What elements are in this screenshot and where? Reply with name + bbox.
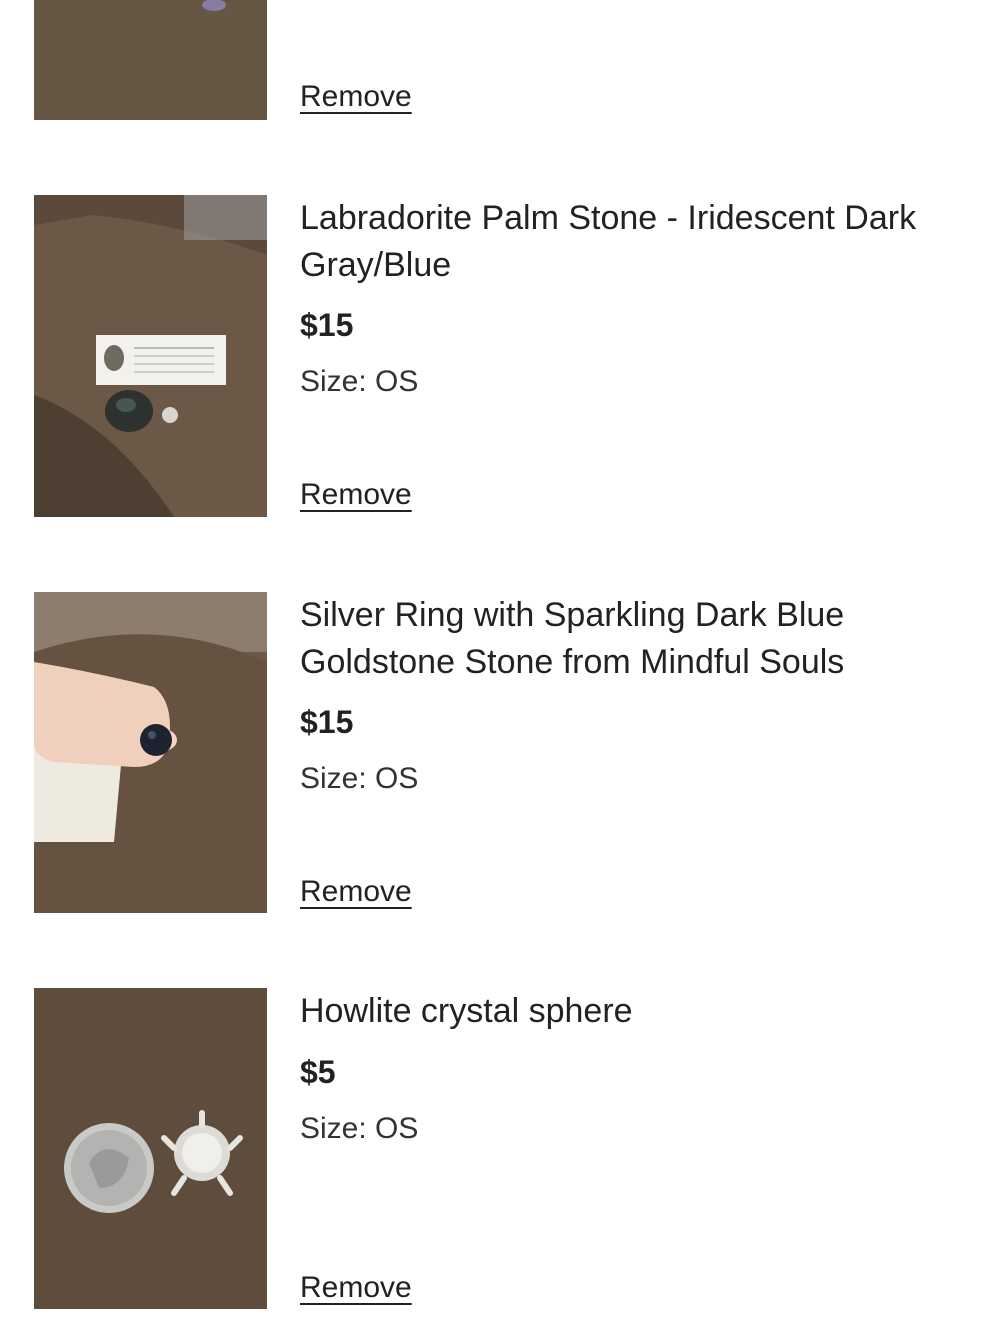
cart-item: Silver Ring with Sparkling Dark Blue Gol… <box>0 592 1000 922</box>
cart-item: Howlite crystal sphere $5 Size: OS Remov… <box>0 988 1000 1318</box>
product-size: Size: OS <box>300 365 419 398</box>
product-price: $15 <box>300 307 354 343</box>
remove-button[interactable]: Remove <box>300 80 412 114</box>
remove-button[interactable]: Remove <box>300 875 412 909</box>
remove-button[interactable]: Remove <box>300 478 412 512</box>
remove-button[interactable]: Remove <box>300 1271 412 1305</box>
product-thumbnail[interactable] <box>34 988 267 1309</box>
product-size: Size: OS <box>300 762 419 795</box>
product-thumbnail[interactable] <box>34 195 267 517</box>
product-title[interactable]: Labradorite Palm Stone - Iridescent Dark… <box>300 195 970 289</box>
product-thumbnail[interactable] <box>34 0 267 120</box>
cart-item: Labradorite Palm Stone - Iridescent Dark… <box>0 195 1000 525</box>
product-thumbnail[interactable] <box>34 592 267 913</box>
product-price: $15 <box>300 704 354 740</box>
cart-item: Remove <box>0 0 1000 140</box>
product-title[interactable]: Howlite crystal sphere <box>300 988 970 1035</box>
product-price: $5 <box>300 1054 336 1090</box>
product-title[interactable]: Silver Ring with Sparkling Dark Blue Gol… <box>300 592 970 686</box>
product-size: Size: OS <box>300 1112 419 1145</box>
